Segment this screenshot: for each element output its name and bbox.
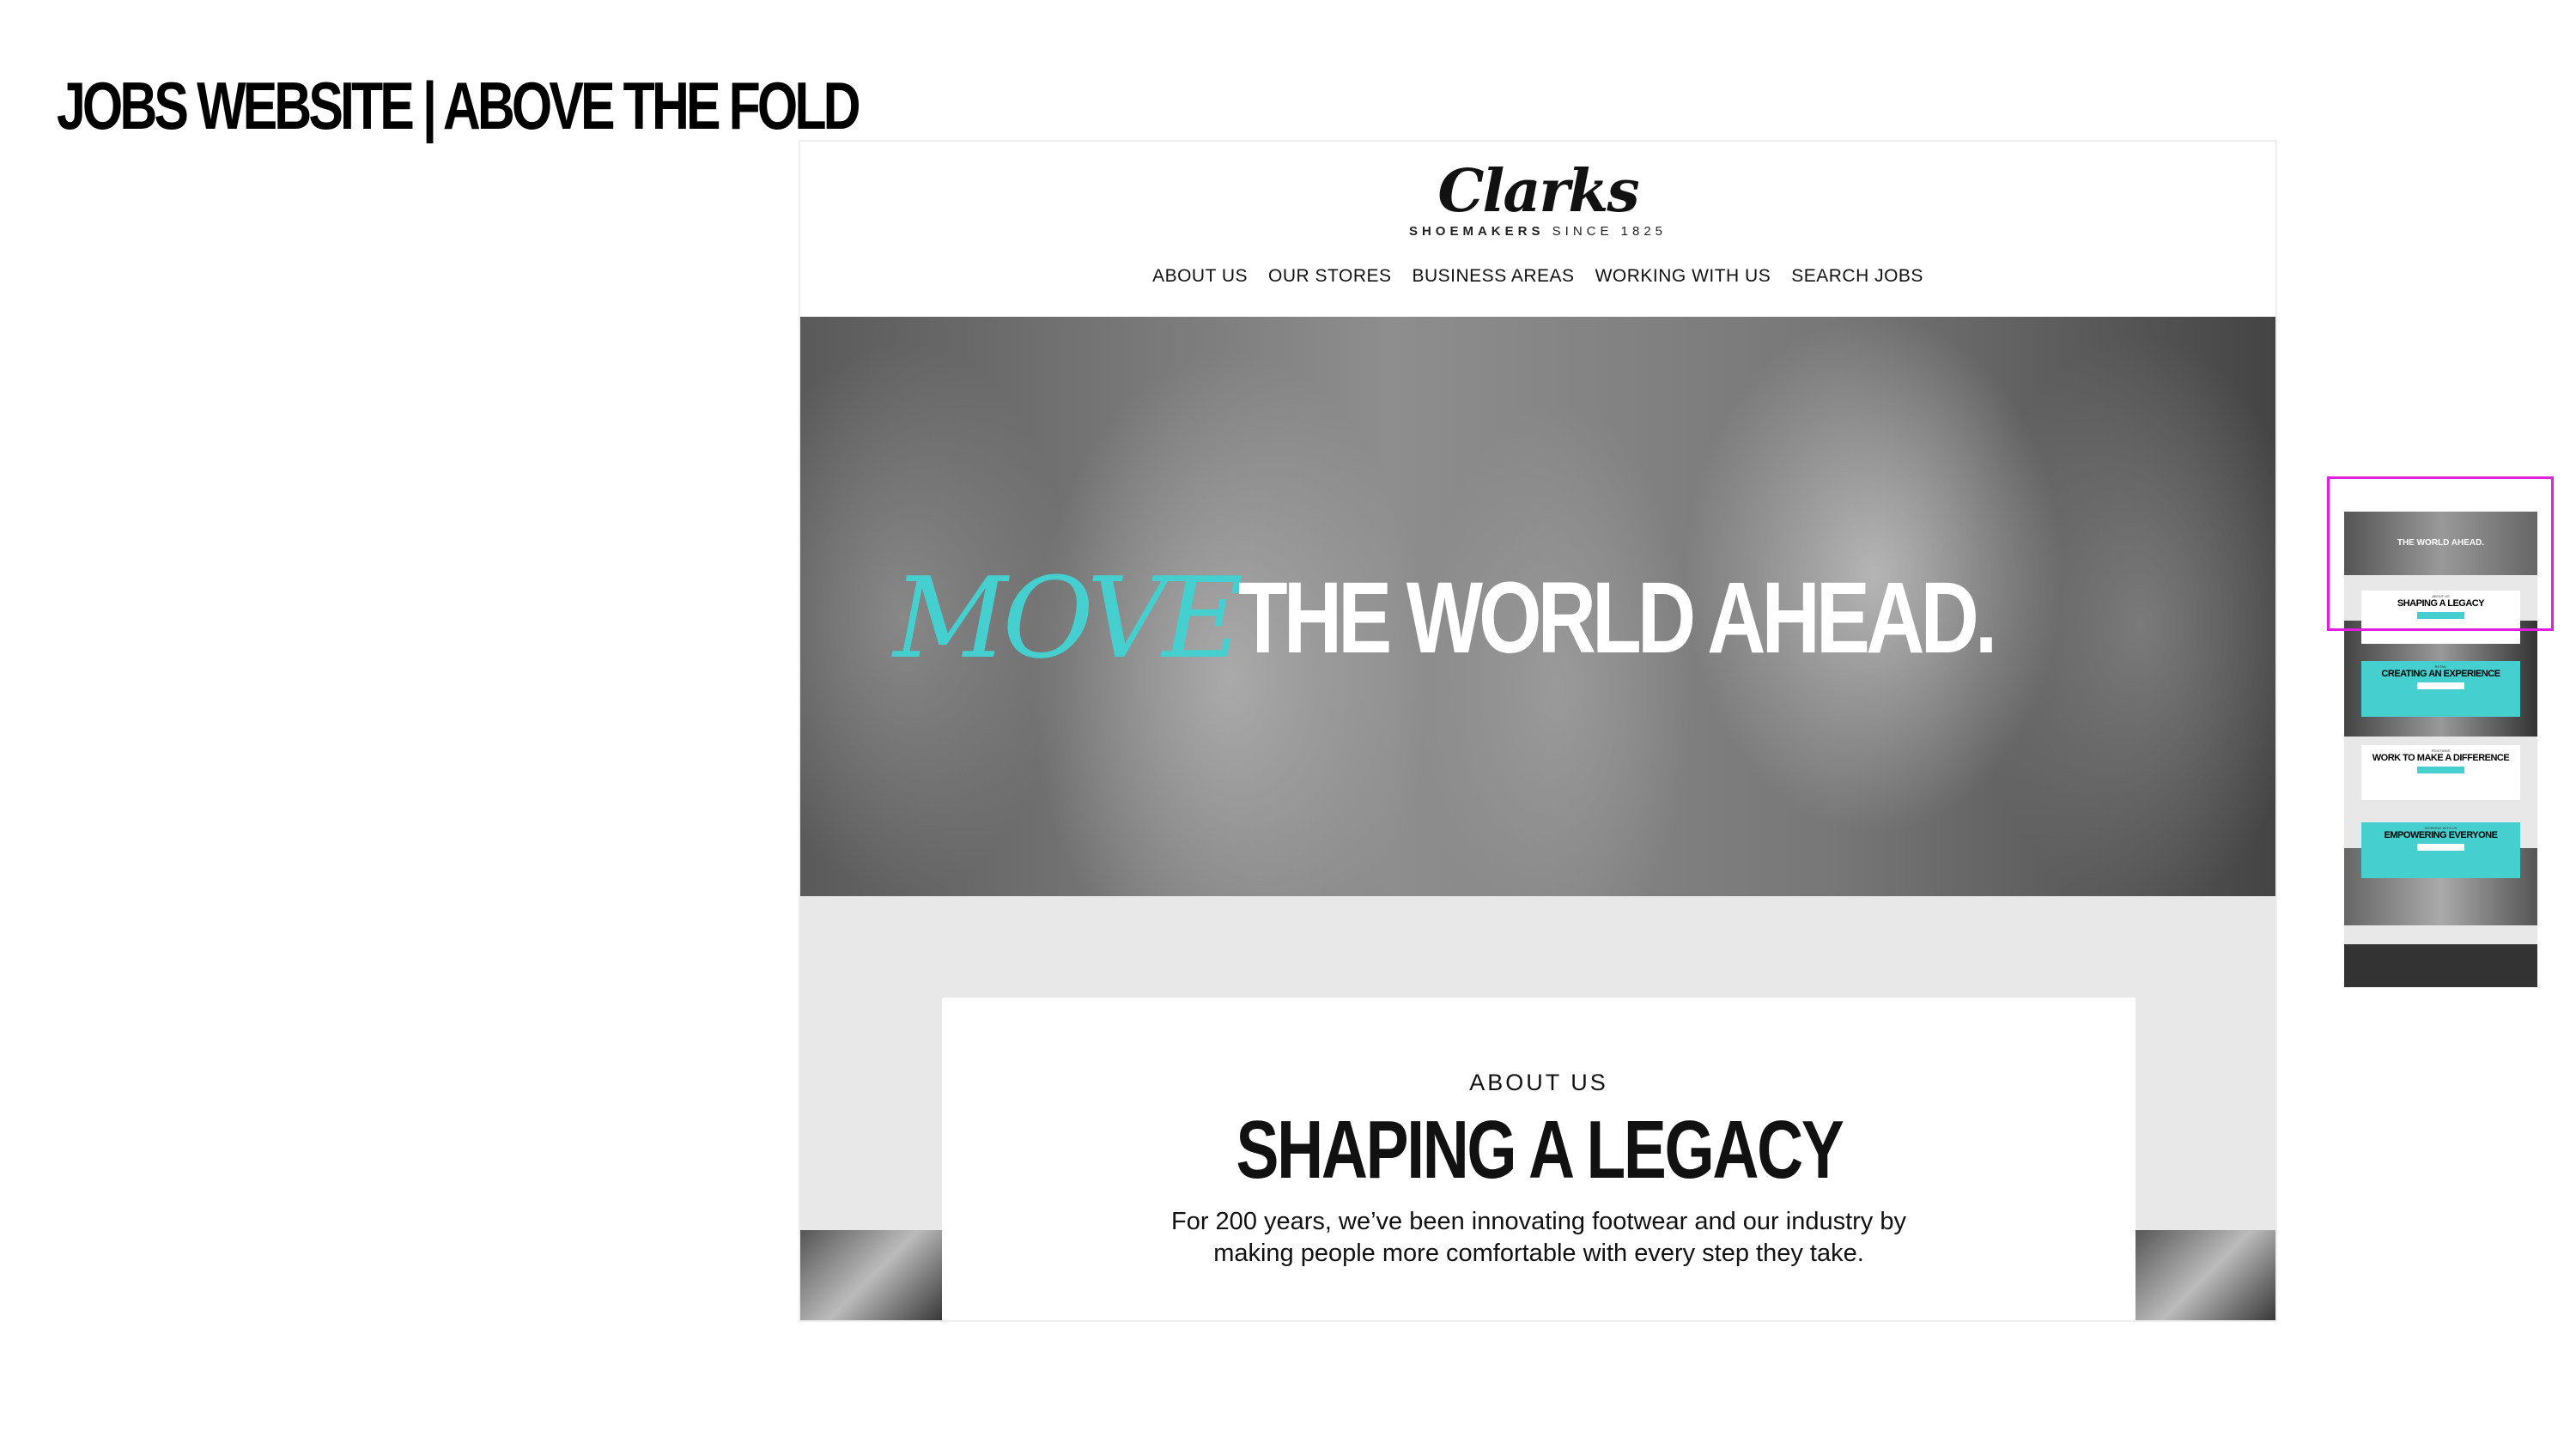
thumb-button <box>2417 767 2464 773</box>
nav-about-us[interactable]: ABOUT US <box>1152 266 1248 287</box>
thumb-footer <box>2344 944 2537 987</box>
thumb-title: CREATING AN EXPERIENCE <box>2381 669 2500 679</box>
site-header: Clarks SHOEMAKERS SINCE 1825 ABOUT US OU… <box>800 142 2275 317</box>
thumb-button <box>2417 682 2464 689</box>
main-nav: ABOUT US OUR STORES BUSINESS AREAS WORKI… <box>800 266 2275 287</box>
nav-business-areas[interactable]: BUSINESS AREAS <box>1413 266 1575 287</box>
nav-our-stores[interactable]: OUR STORES <box>1268 266 1391 287</box>
logo-tagline: SHOEMAKERS SINCE 1825 <box>800 224 2275 239</box>
tagline-rest: SINCE 1825 <box>1552 224 1668 239</box>
tagline-bold: SHOEMAKERS <box>1408 224 1545 239</box>
clarks-logo[interactable]: Clarks <box>800 157 2275 226</box>
hero-banner: MOVETHE WORLD AHEAD. <box>800 317 2275 896</box>
thumb-button <box>2417 844 2464 851</box>
about-card: ABOUT US SHAPING A LEGACY For 200 years,… <box>942 997 2136 1320</box>
side-photo-left <box>800 1230 942 1320</box>
thumb-card: POSITIONS WORK TO MAKE A DIFFERENCE <box>2361 745 2520 800</box>
viewport-highlight <box>2327 476 2554 631</box>
thumb-title: WORK TO MAKE A DIFFERENCE <box>2372 753 2510 763</box>
hero-headline: MOVETHE WORLD AHEAD. <box>800 553 2275 683</box>
side-photo-right <box>2134 1230 2275 1320</box>
about-label: ABOUT US <box>1469 1070 1608 1095</box>
about-body: For 200 years, we’ve been innovating foo… <box>1171 1208 1906 1267</box>
nav-search-jobs[interactable]: SEARCH JOBS <box>1791 266 1923 287</box>
about-title: SHAPING A LEGACY <box>1236 1104 1844 1196</box>
hero-main-text: THE WORLD AHEAD. <box>1238 561 1997 675</box>
thumb-card: WORKING WITH US EMPOWERING EVERYONE <box>2361 822 2520 878</box>
hero-script-word: MOVE <box>893 553 1243 683</box>
thumb-title: EMPOWERING EVERYONE <box>2384 830 2498 840</box>
nav-working-with-us[interactable]: WORKING WITH US <box>1595 266 1771 287</box>
slide-title: JOBS WEBSITE | ABOVE THE FOLD <box>57 68 861 143</box>
website-mockup: Clarks SHOEMAKERS SINCE 1825 ABOUT US OU… <box>799 140 2277 1322</box>
thumb-card: RETAIL CREATING AN EXPERIENCE <box>2361 661 2520 717</box>
